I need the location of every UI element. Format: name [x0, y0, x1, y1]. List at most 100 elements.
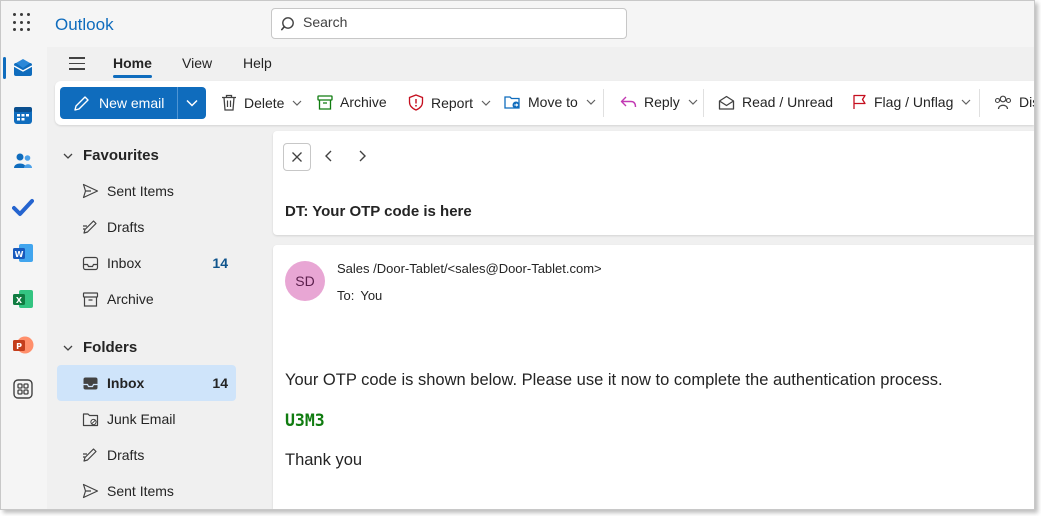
chevron-down-icon — [186, 99, 198, 107]
archive-icon — [82, 291, 99, 307]
send-icon — [82, 183, 99, 199]
next-message-icon[interactable] — [357, 149, 367, 163]
delete-button[interactable]: Delete — [221, 94, 302, 111]
chevron-down-icon[interactable] — [481, 100, 491, 106]
todo-icon[interactable] — [12, 196, 34, 218]
recipient-name[interactable]: You — [360, 288, 382, 303]
junk-folder-icon — [82, 412, 99, 426]
new-email-button[interactable]: New email — [60, 87, 206, 119]
favourite-item-archive[interactable]: Archive — [57, 281, 236, 317]
svg-text:P: P — [16, 342, 22, 351]
powerpoint-icon[interactable]: P — [12, 334, 34, 356]
search-icon — [281, 17, 294, 31]
sender-avatar[interactable]: SD — [285, 261, 325, 301]
envelope-open-icon — [718, 95, 735, 110]
flag-unflag-label: Flag / Unflag — [874, 94, 954, 110]
delete-label: Delete — [244, 94, 285, 111]
app-launcher-icon[interactable] — [13, 13, 33, 33]
drafts-pencil-icon — [83, 448, 97, 462]
read-unread-button[interactable]: Read / Unread — [718, 94, 833, 110]
favourite-item-sent-items[interactable]: Sent Items — [57, 173, 236, 209]
tab-home[interactable]: Home — [113, 55, 152, 78]
report-button[interactable]: Report — [408, 94, 491, 111]
reading-pane-header: DT: Your OTP code is here — [273, 131, 1034, 235]
flag-unflag-button[interactable]: Flag / Unflag — [852, 94, 971, 110]
ribbon-tabs: Home View Help — [47, 47, 1034, 81]
discover-groups-button[interactable]: Dis — [994, 94, 1034, 110]
read-unread-label: Read / Unread — [742, 94, 834, 110]
search-input[interactable] — [303, 14, 603, 30]
overflow-label: Dis — [1019, 94, 1034, 110]
tab-help[interactable]: Help — [243, 55, 272, 71]
svg-text:W: W — [15, 250, 24, 259]
favourites-label: Favourites — [83, 147, 159, 164]
folder-item-drafts[interactable]: Drafts — [57, 437, 236, 473]
chevron-down-icon[interactable] — [586, 99, 596, 105]
move-folder-icon — [504, 96, 520, 109]
outlook-window: Outlook W X P Home View Help — [0, 0, 1035, 510]
unread-count: 14 — [212, 375, 228, 391]
message-closing: Thank you — [285, 451, 363, 469]
reply-label: Reply — [644, 94, 680, 110]
archive-label: Archive — [340, 94, 387, 110]
folder-label: Inbox — [107, 255, 142, 271]
folder-pane: Favourites Sent Items Drafts Inbox 14 Ar… — [47, 139, 269, 509]
ribbon-toolbar: New email Delete Archive Report Move to … — [55, 81, 1034, 125]
trash-icon — [222, 94, 236, 111]
people-icon[interactable] — [12, 150, 34, 172]
groups-icon — [994, 95, 1012, 110]
folder-item-junk-email[interactable]: Junk Email — [57, 401, 236, 437]
mail-icon[interactable] — [12, 57, 34, 79]
close-icon — [292, 152, 302, 162]
folder-label: Drafts — [107, 219, 145, 235]
close-button[interactable] — [283, 143, 311, 171]
favourite-item-drafts[interactable]: Drafts — [57, 209, 236, 245]
move-to-button[interactable]: Move to — [504, 94, 596, 110]
folder-item-inbox[interactable]: Inbox 14 — [57, 365, 236, 401]
previous-message-icon[interactable] — [324, 149, 334, 163]
toolbar-divider — [703, 89, 704, 117]
reply-button[interactable]: Reply — [620, 94, 698, 110]
more-apps-icon[interactable] — [12, 378, 34, 400]
hamburger-menu-icon[interactable] — [69, 57, 85, 70]
unread-count: 14 — [212, 255, 228, 271]
app-title[interactable]: Outlook — [55, 15, 114, 35]
chevron-down-icon[interactable] — [961, 99, 971, 105]
folders-header[interactable]: Folders — [63, 339, 137, 356]
folder-label: Sent Items — [107, 183, 174, 199]
drafts-pencil-icon — [83, 220, 97, 234]
favourites-header[interactable]: Favourites — [63, 147, 159, 164]
chevron-down-icon — [63, 345, 73, 351]
sender-address[interactable]: Sales /Door-Tablet/<sales@Door-Tablet.co… — [337, 261, 602, 276]
to-label: To: — [337, 288, 355, 303]
message-body-card: SD Sales /Door-Tablet/<sales@Door-Tablet… — [273, 245, 1034, 509]
chevron-down-icon[interactable] — [292, 100, 302, 106]
flag-icon — [853, 94, 866, 109]
inbox-filled-icon — [83, 377, 98, 389]
folder-item-sent-items[interactable]: Sent Items — [57, 473, 236, 509]
calendar-icon[interactable] — [12, 104, 34, 126]
compose-icon — [74, 95, 89, 111]
folders-label: Folders — [83, 339, 138, 356]
favourite-item-inbox[interactable]: Inbox 14 — [57, 245, 236, 281]
folder-label: Junk Email — [107, 411, 176, 427]
reply-icon — [620, 96, 637, 108]
chevron-down-icon — [63, 153, 73, 159]
folder-label: Archive — [107, 291, 154, 307]
excel-icon[interactable]: X — [12, 288, 34, 310]
move-to-label: Move to — [528, 94, 578, 110]
search-box[interactable] — [271, 8, 627, 39]
selected-indicator — [3, 57, 6, 79]
toolbar-divider — [979, 89, 980, 117]
archive-button[interactable]: Archive — [317, 94, 387, 110]
message-body-text: Your OTP code is shown below. Please use… — [285, 371, 943, 389]
message-subject: DT: Your OTP code is here — [285, 203, 472, 220]
inbox-icon — [82, 256, 99, 270]
new-email-dropdown[interactable] — [178, 87, 206, 119]
archive-icon — [317, 94, 333, 110]
folder-label: Sent Items — [107, 483, 174, 499]
tab-view[interactable]: View — [182, 55, 212, 71]
word-icon[interactable]: W — [12, 242, 34, 264]
chevron-down-icon[interactable] — [688, 99, 698, 105]
new-email-main[interactable]: New email — [60, 87, 177, 119]
